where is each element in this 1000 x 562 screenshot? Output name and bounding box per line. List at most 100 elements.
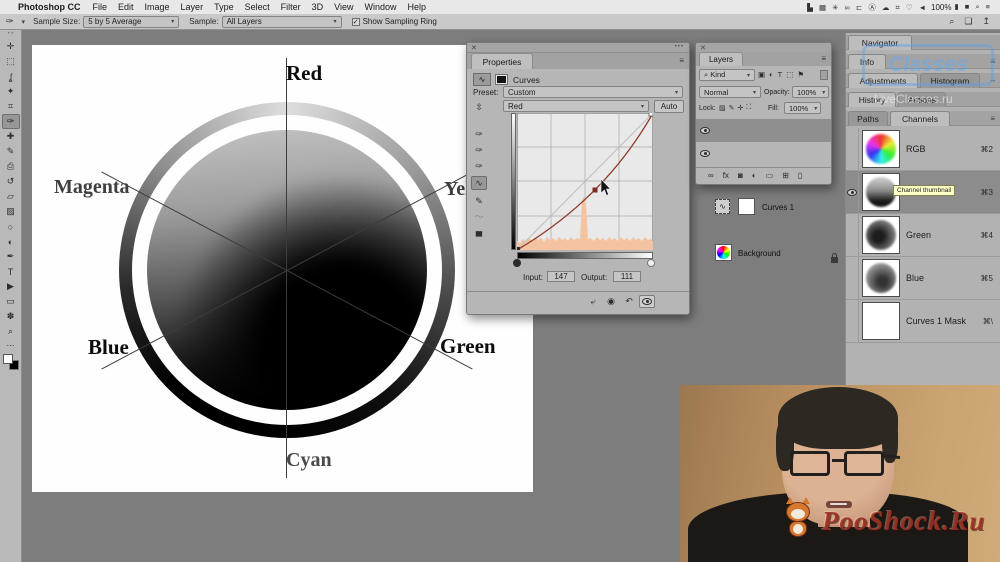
white-point-eyedropper-icon[interactable]: ✑	[471, 159, 487, 173]
curves-adjustment-thumbnail[interactable]: ∿	[715, 199, 730, 214]
brush-tool[interactable]: ✎	[2, 144, 20, 159]
lasso-tool[interactable]: ʆ	[2, 69, 20, 84]
blend-mode-dropdown[interactable]: Normal▾	[699, 86, 761, 98]
properties-panel-header[interactable]: ✕ •••	[467, 43, 689, 53]
menu-file[interactable]: File	[93, 2, 108, 12]
input-value-field[interactable]: 147	[547, 271, 575, 282]
workspace-icon[interactable]: ❏	[964, 16, 972, 27]
add-mask-icon[interactable]: ◙	[738, 171, 743, 180]
reset-adjustment-icon[interactable]: ↶	[621, 295, 637, 308]
visibility-well[interactable]	[846, 214, 859, 257]
panel-menu-icon[interactable]: –	[991, 76, 995, 85]
layer-filter-dropdown[interactable]: ⌕ Kind ▾	[699, 69, 755, 81]
channel-dropdown[interactable]: Red ▾	[503, 100, 649, 112]
sample-dropdown[interactable]: All Layers ▾	[222, 16, 342, 28]
blur-tool[interactable]: ○	[2, 219, 20, 234]
sample-size-dropdown[interactable]: 5 by 5 Average ▾	[83, 16, 179, 28]
move-tool[interactable]: ✛	[2, 39, 20, 54]
opacity-dropdown[interactable]: 100%▾	[792, 86, 829, 98]
eyedropper-tool-icon[interactable]: ✑	[6, 16, 14, 27]
white-point-slider[interactable]	[647, 259, 655, 267]
new-adjustment-icon[interactable]: ◐	[752, 171, 757, 180]
auto-button[interactable]: Auto	[654, 100, 684, 113]
layer-name[interactable]: Background	[738, 249, 781, 258]
layer-row-background[interactable]: Background	[696, 142, 831, 165]
filter-toggle-switch[interactable]	[820, 70, 828, 80]
visibility-well[interactable]	[846, 300, 859, 343]
lock-transparent-icon[interactable]: ▨	[719, 104, 726, 112]
layer-effects-icon[interactable]: fx	[723, 171, 729, 180]
document-canvas[interactable]: Red Magenta Yellow Blue Green Cyan	[32, 45, 533, 492]
eyedropper-tool[interactable]: ✑	[2, 114, 20, 129]
delete-layer-icon[interactable]: ▯	[798, 171, 802, 180]
layer-name[interactable]: Curves 1	[762, 203, 794, 212]
layer-visibility-eye-icon[interactable]	[700, 127, 710, 134]
toggle-visibility-eye-icon[interactable]	[639, 295, 655, 308]
new-layer-icon[interactable]: ⊞	[782, 171, 789, 180]
visibility-well[interactable]	[846, 171, 859, 214]
path-select-tool[interactable]: ▶	[2, 279, 20, 294]
layer-visibility-eye-icon[interactable]	[700, 150, 710, 157]
color-swatches[interactable]	[3, 354, 19, 370]
toolbar-drag-handle[interactable]: • •	[8, 31, 14, 37]
layer-mask-thumbnail[interactable]	[738, 198, 755, 215]
healing-brush-tool[interactable]: ✚	[2, 129, 20, 144]
menu-layer[interactable]: Layer	[181, 2, 204, 12]
preset-dropdown[interactable]: Custom ▾	[503, 86, 683, 98]
panel-menu-icon[interactable]: ≡	[990, 114, 995, 123]
panel-menu-icon[interactable]: ≡	[679, 56, 684, 65]
channel-row-green[interactable]: Green ⌘4	[846, 214, 1000, 257]
menu-view[interactable]: View	[334, 2, 353, 12]
menu-select[interactable]: Select	[245, 2, 270, 12]
visibility-well[interactable]	[846, 257, 859, 300]
tab-properties[interactable]: Properties	[471, 53, 533, 69]
layer-row-curves1[interactable]: ∿ Curves 1	[696, 119, 831, 142]
channel-visibility-eye-icon[interactable]	[847, 189, 857, 196]
output-value-field[interactable]: 111	[613, 271, 641, 282]
histogram-toggle-icon[interactable]: ▄	[471, 224, 487, 238]
lock-all-icon[interactable]: ⛶	[746, 104, 751, 112]
filter-adjustment-icon[interactable]: ◐	[769, 70, 774, 79]
panel-menu-icon[interactable]: ≡	[990, 57, 995, 66]
foreground-color-swatch[interactable]	[3, 354, 13, 364]
gradient-tool[interactable]: ▨	[2, 204, 20, 219]
curves-plot[interactable]	[517, 113, 653, 250]
shape-tool[interactable]: ▭	[2, 294, 20, 309]
background-layer-thumbnail[interactable]	[715, 244, 732, 261]
tab-layers[interactable]: Layers	[699, 52, 743, 66]
filter-type-icon[interactable]: T	[778, 70, 783, 79]
view-previous-state-icon[interactable]: ◉	[603, 295, 619, 308]
hand-tool[interactable]: ✽	[2, 309, 20, 324]
type-tool[interactable]: T	[2, 264, 20, 279]
close-icon[interactable]: ✕	[471, 44, 477, 52]
close-icon[interactable]: ✕	[700, 44, 706, 52]
tool-preset-chevron[interactable]: ▾	[22, 18, 26, 26]
tab-info[interactable]: Info	[848, 54, 886, 69]
filter-smart-icon[interactable]: ⚑	[797, 70, 804, 79]
history-brush-tool[interactable]: ↺	[2, 174, 20, 189]
menu-3d[interactable]: 3D	[312, 2, 324, 12]
menu-edit[interactable]: Edit	[118, 2, 134, 12]
pen-tool[interactable]: ✒	[2, 249, 20, 264]
tab-paths[interactable]: Paths	[848, 111, 888, 126]
search-icon[interactable]: ⌕	[949, 16, 954, 27]
targeted-adjustment-icon[interactable]: ⇳	[471, 100, 487, 114]
share-icon[interactable]: ↥	[982, 16, 990, 27]
menu-window[interactable]: Window	[364, 2, 396, 12]
channel-row-rgb[interactable]: RGB ⌘2	[846, 128, 1000, 171]
link-layers-icon[interactable]: ∞	[708, 171, 714, 180]
dodge-tool[interactable]: ◐	[2, 234, 20, 249]
status-icons-right[interactable]: ▮ ■ ⌕ ≡	[955, 2, 993, 12]
crop-tool[interactable]: ⌗	[2, 99, 20, 114]
zoom-tool[interactable]: ⌕	[2, 324, 20, 339]
sampling-ring-checkbox[interactable]: ✓	[352, 18, 360, 26]
filter-pixel-icon[interactable]: ▣	[758, 70, 765, 79]
clone-stamp-tool[interactable]: ⎙	[2, 159, 20, 174]
edit-points-curve-icon[interactable]: ∿	[471, 176, 487, 190]
black-point-eyedropper-icon[interactable]: ✑	[471, 127, 487, 141]
clip-to-layer-icon[interactable]: ⤶	[585, 295, 601, 308]
tab-adjustments[interactable]: Adjustments	[848, 73, 918, 88]
app-menu-photoshop[interactable]: Photoshop CC	[18, 2, 81, 12]
pencil-curve-icon[interactable]: ✎	[471, 194, 487, 208]
filter-shape-icon[interactable]: ⬚	[786, 70, 793, 79]
